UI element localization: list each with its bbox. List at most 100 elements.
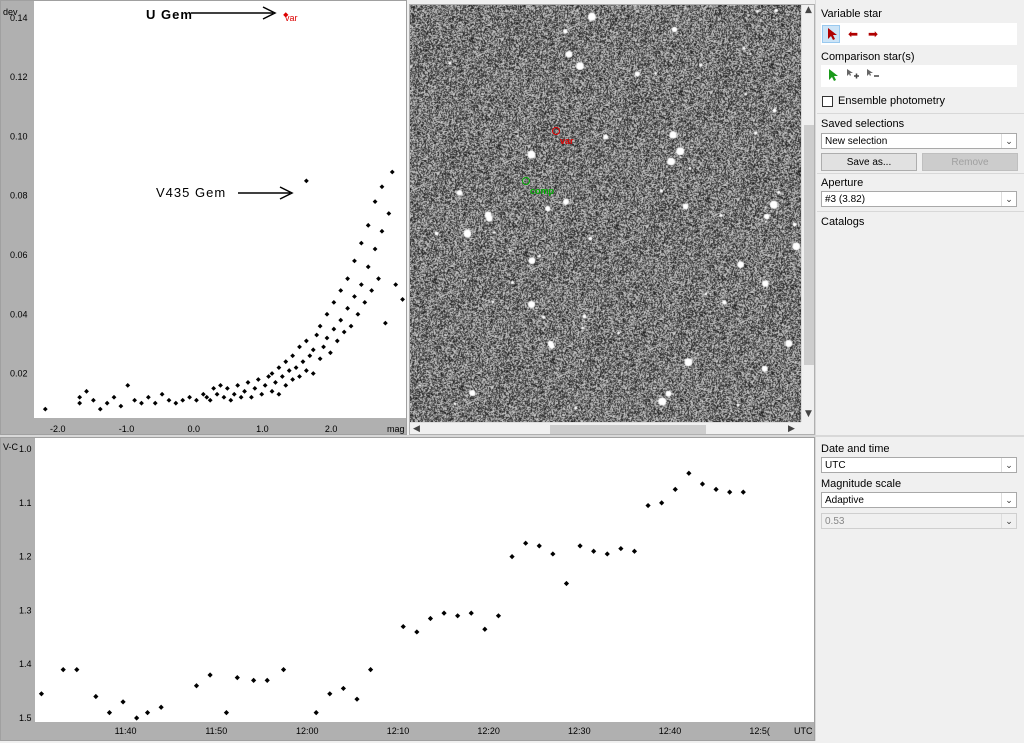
data-point[interactable] bbox=[317, 356, 323, 362]
image-horizontal-scrollbar[interactable]: ◀ ▶ bbox=[410, 422, 801, 434]
data-point[interactable] bbox=[393, 282, 399, 288]
data-point[interactable] bbox=[90, 397, 96, 403]
data-point[interactable] bbox=[173, 400, 179, 406]
scroll-right-icon[interactable]: ▶ bbox=[788, 424, 795, 434]
data-point[interactable] bbox=[77, 394, 83, 400]
data-point[interactable] bbox=[111, 394, 117, 400]
data-point[interactable] bbox=[372, 246, 378, 252]
chevron-down-icon[interactable]: ⌄ bbox=[1001, 493, 1016, 507]
data-point[interactable] bbox=[242, 388, 247, 394]
data-point[interactable] bbox=[303, 368, 309, 373]
curve-point[interactable] bbox=[74, 666, 80, 673]
curve-point[interactable] bbox=[120, 699, 126, 705]
data-point[interactable] bbox=[283, 382, 289, 388]
data-point[interactable] bbox=[310, 347, 316, 353]
curve-point[interactable] bbox=[699, 481, 706, 487]
data-point[interactable] bbox=[252, 385, 258, 391]
magnitude-scale-dropdown[interactable]: Adaptive ⌄ bbox=[821, 492, 1017, 508]
data-point[interactable] bbox=[321, 344, 326, 350]
star-field-image[interactable] bbox=[410, 5, 801, 422]
curve-point[interactable] bbox=[106, 710, 113, 716]
data-point[interactable] bbox=[269, 388, 275, 394]
curve-point[interactable] bbox=[523, 540, 529, 546]
curve-point[interactable] bbox=[144, 710, 151, 716]
data-point[interactable] bbox=[297, 344, 302, 350]
data-point[interactable] bbox=[97, 406, 103, 412]
v435-gem-point[interactable] bbox=[303, 178, 309, 184]
data-point[interactable] bbox=[125, 382, 131, 388]
data-point[interactable] bbox=[297, 374, 302, 379]
data-point[interactable] bbox=[358, 240, 364, 246]
next-variable-button[interactable]: ➡ bbox=[864, 25, 882, 43]
curve-point[interactable] bbox=[367, 666, 374, 673]
date-time-dropdown[interactable]: UTC ⌄ bbox=[821, 457, 1017, 473]
curve-point[interactable] bbox=[93, 693, 99, 700]
data-point[interactable] bbox=[389, 169, 395, 175]
curve-point[interactable] bbox=[60, 666, 66, 673]
curve-point[interactable] bbox=[740, 489, 746, 495]
remove-comparison-button[interactable] bbox=[863, 67, 881, 85]
data-point[interactable] bbox=[300, 359, 306, 365]
data-point[interactable] bbox=[372, 199, 378, 205]
catalogs-label[interactable]: Catalogs bbox=[821, 216, 864, 228]
scroll-up-icon[interactable]: ▲ bbox=[805, 5, 812, 15]
curve-point[interactable] bbox=[686, 470, 692, 476]
data-point[interactable] bbox=[279, 374, 285, 379]
data-point[interactable] bbox=[317, 323, 323, 329]
curve-point[interactable] bbox=[509, 554, 515, 560]
curve-point[interactable] bbox=[441, 610, 447, 616]
data-point[interactable] bbox=[314, 332, 320, 338]
data-point[interactable] bbox=[303, 338, 309, 344]
data-point[interactable] bbox=[386, 211, 392, 216]
data-point[interactable] bbox=[259, 391, 265, 397]
data-point[interactable] bbox=[276, 391, 282, 397]
select-comparison-button[interactable] bbox=[823, 67, 841, 85]
curve-point[interactable] bbox=[659, 500, 665, 506]
curve-point[interactable] bbox=[313, 710, 319, 716]
curve-point[interactable] bbox=[223, 710, 230, 716]
curve-point[interactable] bbox=[672, 486, 678, 493]
data-point[interactable] bbox=[221, 394, 227, 400]
data-point[interactable] bbox=[286, 368, 292, 373]
data-point[interactable] bbox=[269, 371, 275, 376]
prev-variable-button[interactable]: ⬅ bbox=[844, 25, 862, 43]
curve-point[interactable] bbox=[468, 610, 474, 616]
curve-point[interactable] bbox=[400, 623, 406, 630]
curve-point[interactable] bbox=[591, 548, 597, 554]
light-curve-plot[interactable]: V-C UTC 1.0 1.1 1.2 1.3 1.4 1.5 11:40 11:50 12:… bbox=[0, 437, 815, 741]
curve-point[interactable] bbox=[563, 580, 570, 587]
data-point[interactable] bbox=[400, 297, 405, 302]
data-point[interactable] bbox=[187, 394, 192, 400]
data-point[interactable] bbox=[132, 397, 138, 403]
data-point[interactable] bbox=[42, 406, 48, 412]
data-point[interactable] bbox=[379, 228, 385, 234]
chevron-down-icon[interactable]: ⌄ bbox=[1001, 514, 1016, 528]
curve-point[interactable] bbox=[713, 486, 719, 493]
data-point[interactable] bbox=[238, 394, 244, 400]
data-point[interactable] bbox=[352, 258, 357, 264]
curve-point[interactable] bbox=[354, 696, 360, 702]
data-point[interactable] bbox=[365, 264, 371, 270]
data-point[interactable] bbox=[382, 320, 388, 326]
data-point[interactable] bbox=[328, 350, 333, 356]
vertical-scroll-thumb[interactable] bbox=[804, 125, 814, 365]
light-curve-svg[interactable]: V-C UTC 1.0 1.1 1.2 1.3 1.4 1.5 11:40 11:50 12:… bbox=[1, 438, 814, 740]
data-point[interactable] bbox=[338, 317, 344, 323]
comp-marker-circle[interactable] bbox=[522, 177, 530, 185]
data-point[interactable] bbox=[218, 382, 223, 388]
data-point[interactable] bbox=[118, 403, 124, 409]
saved-selections-dropdown[interactable]: New selection ⌄ bbox=[821, 133, 1017, 149]
curve-point[interactable] bbox=[158, 704, 164, 710]
curve-point[interactable] bbox=[631, 548, 638, 554]
aperture-dropdown[interactable]: #3 (3.82) ⌄ bbox=[821, 191, 1017, 207]
data-point[interactable] bbox=[200, 391, 206, 397]
data-point[interactable] bbox=[104, 400, 110, 406]
curve-point[interactable] bbox=[340, 685, 346, 692]
data-point[interactable] bbox=[376, 276, 381, 282]
data-point[interactable] bbox=[290, 353, 296, 359]
scroll-down-icon[interactable]: ▼ bbox=[805, 409, 812, 419]
data-point[interactable] bbox=[273, 380, 278, 385]
data-point[interactable] bbox=[355, 311, 361, 317]
var-marker-circle[interactable] bbox=[552, 127, 560, 135]
data-point[interactable] bbox=[211, 385, 217, 391]
